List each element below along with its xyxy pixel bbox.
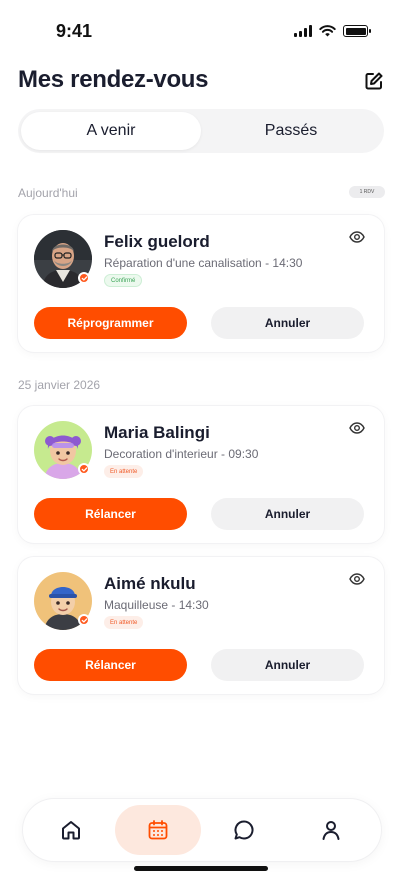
section-label-today: Aujourd'hui	[18, 186, 78, 200]
wifi-icon	[319, 25, 336, 37]
follow-up-button[interactable]: Rélancer	[34, 498, 187, 530]
nav-home[interactable]	[28, 805, 114, 855]
verified-badge-icon	[78, 463, 90, 475]
appointments-tabs: A venir Passés	[18, 109, 384, 153]
status-badge: Confirmé	[104, 274, 143, 287]
cancel-button[interactable]: Annuler	[211, 649, 364, 681]
status-bar: 9:41	[0, 0, 402, 54]
status-icons	[294, 25, 371, 37]
service-time: Decoration d'interieur - 09:30	[104, 447, 259, 461]
reschedule-button[interactable]: Réprogrammer	[34, 307, 187, 339]
status-badge: En attente	[104, 616, 144, 629]
appointment-card[interactable]: Maria Balingi Decoration d'interieur - 0…	[18, 406, 384, 543]
provider-name: Maria Balingi	[104, 423, 210, 442]
appointment-card[interactable]: Aimé nkulu Maquilleuse - 14:30 En attent…	[18, 557, 384, 694]
service-time: Réparation d'une canalisation - 14:30	[104, 256, 303, 270]
eye-icon[interactable]	[349, 422, 365, 434]
nav-messages[interactable]	[201, 805, 287, 855]
chat-icon	[234, 820, 254, 840]
verified-badge-icon	[78, 614, 90, 626]
tab-past[interactable]: Passés	[201, 112, 381, 150]
page-title: Mes rendez-vous	[18, 66, 209, 93]
bottom-nav	[23, 799, 381, 861]
cancel-button[interactable]: Annuler	[211, 498, 364, 530]
follow-up-button[interactable]: Rélancer	[34, 649, 187, 681]
tab-upcoming[interactable]: A venir	[21, 112, 201, 150]
cancel-button[interactable]: Annuler	[211, 307, 364, 339]
provider-name: Aimé nkulu	[104, 574, 196, 593]
signal-icon	[294, 25, 312, 37]
battery-icon	[343, 25, 371, 37]
appointment-count-badge: 1 RDV	[349, 186, 385, 198]
section-label-date: 25 janvier 2026	[18, 378, 101, 392]
nav-appointments[interactable]	[115, 805, 201, 855]
edit-button[interactable]	[364, 71, 384, 91]
home-icon	[62, 821, 80, 840]
status-time: 9:41	[56, 21, 93, 41]
service-time: Maquilleuse - 14:30	[104, 598, 209, 612]
eye-icon[interactable]	[349, 573, 365, 585]
eye-icon[interactable]	[349, 231, 365, 243]
appointment-card[interactable]: Felix guelord Réparation d'une canalisat…	[18, 215, 384, 352]
status-badge: En attente	[104, 465, 144, 478]
nav-profile[interactable]	[288, 805, 374, 855]
edit-icon	[365, 72, 383, 90]
home-indicator	[134, 866, 268, 871]
profile-icon	[322, 821, 340, 840]
calendar-icon	[148, 820, 168, 840]
verified-badge-icon	[78, 272, 90, 284]
provider-name: Felix guelord	[104, 232, 210, 251]
